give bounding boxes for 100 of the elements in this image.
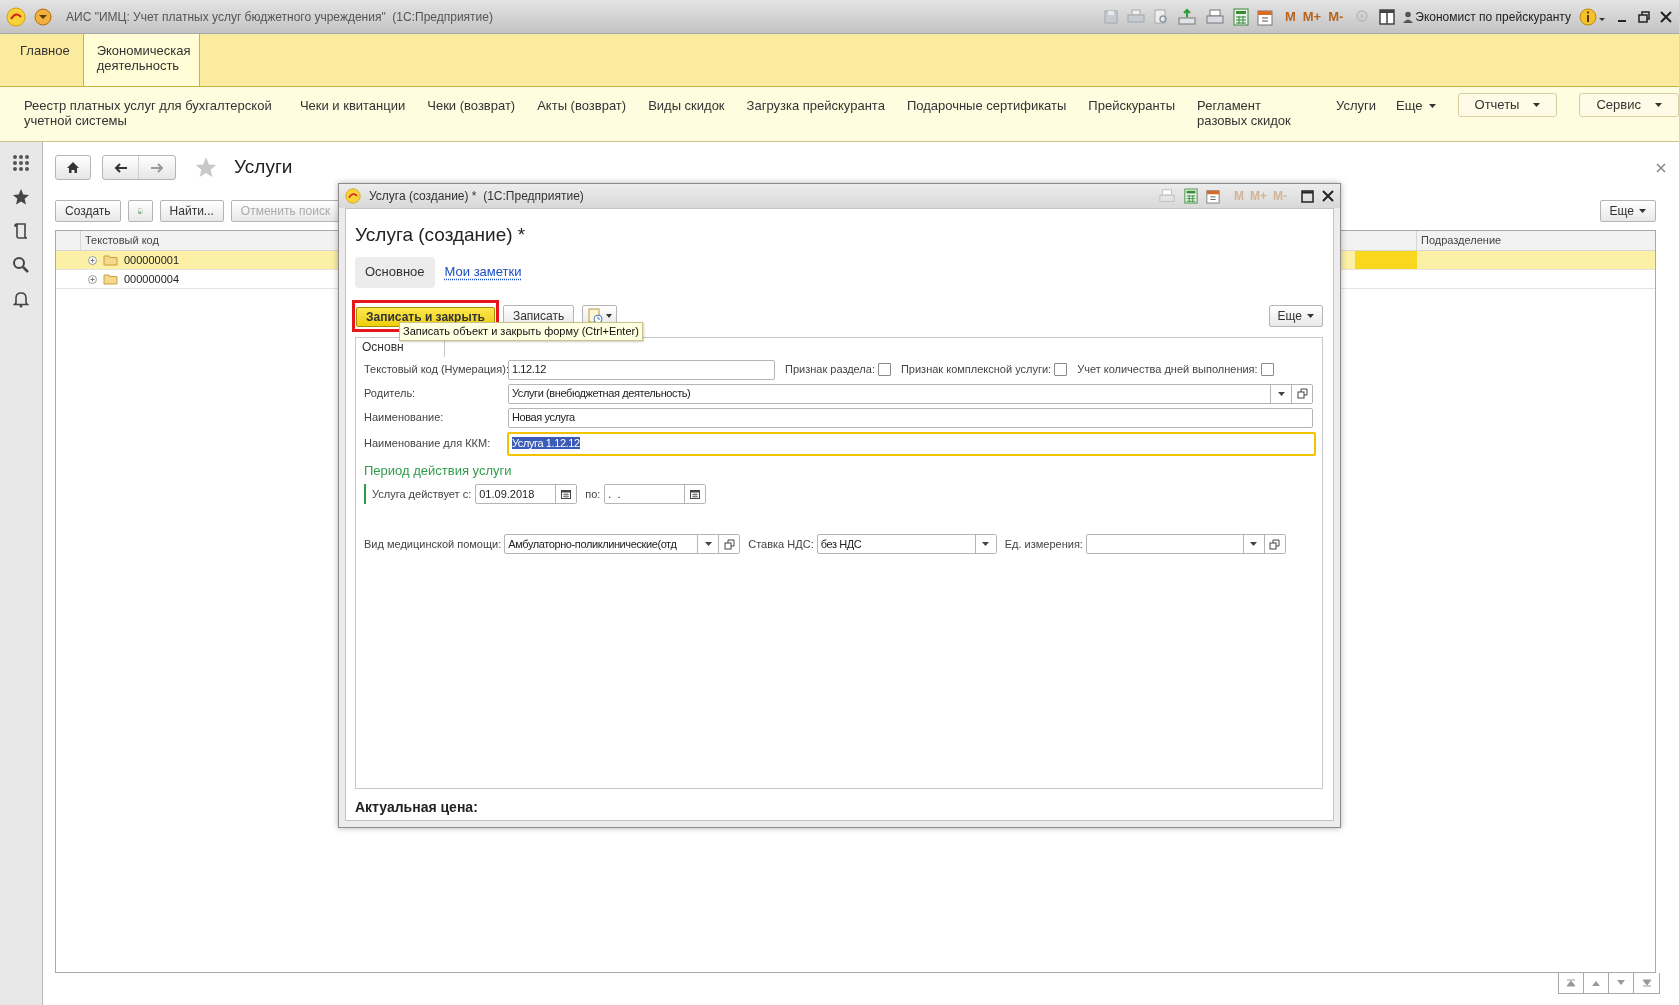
dropdown-field[interactable] (1085, 534, 1286, 554)
open-button[interactable] (1291, 384, 1312, 403)
more-menu-button[interactable]: Еще (1396, 98, 1436, 113)
calendar-icon[interactable] (1206, 188, 1220, 204)
apps-grid-icon[interactable] (12, 154, 30, 172)
panel-icon[interactable] (1379, 8, 1396, 25)
history-icon[interactable] (13, 222, 29, 240)
open-button[interactable] (1263, 535, 1285, 553)
caret-icon (1655, 103, 1662, 107)
nav-link[interactable]: Загрузка прейскуранта (746, 98, 885, 113)
calculator-icon[interactable] (1232, 7, 1249, 26)
column-header[interactable]: Подразделение (1417, 231, 1655, 250)
nav-link[interactable]: Акты (возврат) (537, 98, 627, 113)
table-cell-text: 000000001 (124, 252, 180, 268)
left-arrow-icon (113, 162, 128, 173)
dropdown-arrow-icon (704, 542, 712, 546)
scroll-top-icon (1566, 979, 1576, 987)
more-button[interactable]: Еще (1268, 304, 1323, 327)
nav-link[interactable]: Регламент разовых скидок (1197, 98, 1315, 128)
scroll-bottom-icon (1641, 979, 1652, 987)
date-field[interactable]: 01.09.2018 (475, 484, 578, 504)
caret-icon (1533, 103, 1541, 107)
user-name[interactable]: Экономист по прейскуранту (1415, 7, 1571, 26)
more-button[interactable]: Еще (1599, 200, 1656, 222)
create-button[interactable]: Создать (55, 200, 121, 222)
menu-dropdown-icon[interactable] (34, 7, 52, 26)
up-triangle-icon (1591, 980, 1601, 986)
input-field[interactable]: Услуга 1.12.12 (507, 431, 1316, 456)
user-icon (1403, 10, 1414, 23)
form-tab[interactable]: Основное (355, 256, 435, 288)
section-tab[interactable]: Главное (7, 34, 83, 86)
nav-link[interactable]: Прейскуранты (1088, 98, 1176, 113)
checkbox[interactable] (1260, 363, 1274, 376)
calendar-icon[interactable] (1256, 7, 1273, 26)
window-title: АИС "ИМЦ: Учет платных услуг бюджетного учреждения" (1С:Предприятие) (66, 8, 493, 26)
tooltip: Записать объект и закрыть форму (Ctrl+Enter) (399, 322, 643, 341)
bell-icon[interactable] (13, 290, 29, 308)
menu-button[interactable]: Сервис (1579, 93, 1679, 117)
nav-link[interactable]: Виды скидок (648, 98, 725, 113)
right-arrow-icon (150, 162, 164, 173)
menu-button[interactable]: Отчеты (1457, 93, 1558, 117)
open-icon (1296, 388, 1308, 399)
dropdown-field[interactable]: без НДС (816, 534, 997, 554)
field-label: Учет количества дней выполнения: (1077, 362, 1258, 378)
field-label: Вид медицинской помощи: (364, 536, 502, 552)
find-button[interactable]: Найти... (159, 200, 224, 222)
calendar-button[interactable] (684, 485, 706, 503)
current-price-label: Актуальная цена: (355, 797, 479, 817)
field-label: по: (585, 486, 601, 502)
date-field[interactable]: . . (604, 484, 707, 504)
field-label: Родитель: (364, 386, 417, 402)
window-title: Услуга (создание) * (1С:Предприятие) (369, 188, 584, 205)
calculator-icon[interactable] (1184, 188, 1198, 204)
maximize-icon[interactable] (1301, 189, 1314, 203)
close-icon[interactable] (1322, 190, 1334, 202)
input-field[interactable]: 1.12.12 (508, 359, 775, 380)
open-icon (723, 538, 735, 550)
upload-icon[interactable] (1176, 7, 1197, 26)
dropdown-arrow-icon (1277, 391, 1285, 396)
home-button[interactable] (55, 155, 91, 180)
field-label: Услуга действует с: (372, 486, 472, 502)
field-label: Ставка НДС: (748, 536, 814, 552)
document-icon (587, 307, 604, 324)
calendar-button[interactable] (555, 485, 577, 503)
calendar-icon (690, 489, 701, 499)
preview-icon[interactable] (1152, 8, 1169, 25)
form-title: Услуга (создание) * (355, 223, 527, 247)
nav-link[interactable]: Чеки и квитанции (299, 98, 406, 113)
open-button[interactable] (718, 535, 740, 553)
expand-icon[interactable] (88, 274, 97, 284)
folder-icon (103, 273, 118, 285)
search-icon[interactable] (12, 256, 30, 274)
checkbox[interactable] (1054, 363, 1068, 376)
dropdown-field[interactable]: Услуги (внебюджетная деятельность) (508, 383, 1313, 404)
checkbox[interactable] (877, 363, 891, 376)
dropdown-arrow-icon (982, 542, 990, 546)
table-cell-text: 000000004 (124, 271, 180, 287)
dropdown-arrow-icon (1250, 542, 1258, 546)
star-icon[interactable] (12, 188, 30, 206)
printer-icon[interactable] (1204, 7, 1225, 26)
form-tab[interactable]: Мои заметки (444, 256, 522, 288)
dropdown-button[interactable] (974, 535, 996, 553)
section-tab[interactable]: Экономическая деятельность (82, 34, 200, 86)
caret-icon (606, 313, 613, 318)
open-icon (1269, 538, 1281, 550)
info-icon[interactable] (1579, 7, 1607, 26)
restore-icon[interactable] (1637, 9, 1651, 24)
nav-link[interactable]: Реестр платных услуг для бухгалтерской учетной системы (24, 98, 278, 128)
dropdown-field[interactable]: Амбулаторно-поликлинические(отд (504, 534, 741, 554)
nav-link[interactable]: Услуги (1336, 98, 1377, 113)
input-field[interactable]: Новая услуга (508, 407, 1313, 428)
expand-icon[interactable] (88, 255, 97, 265)
favorite-star-icon[interactable] (194, 156, 218, 179)
close-icon[interactable] (1659, 9, 1673, 24)
logo-icon (6, 6, 26, 27)
field-label: Наименование для ККМ: (364, 436, 492, 452)
nav-link[interactable]: Чеки (возврат) (427, 98, 516, 113)
calendar-icon (561, 489, 572, 499)
field-label: Ед. измерения: (1004, 536, 1083, 552)
nav-link[interactable]: Подарочные сертификаты (906, 98, 1067, 113)
